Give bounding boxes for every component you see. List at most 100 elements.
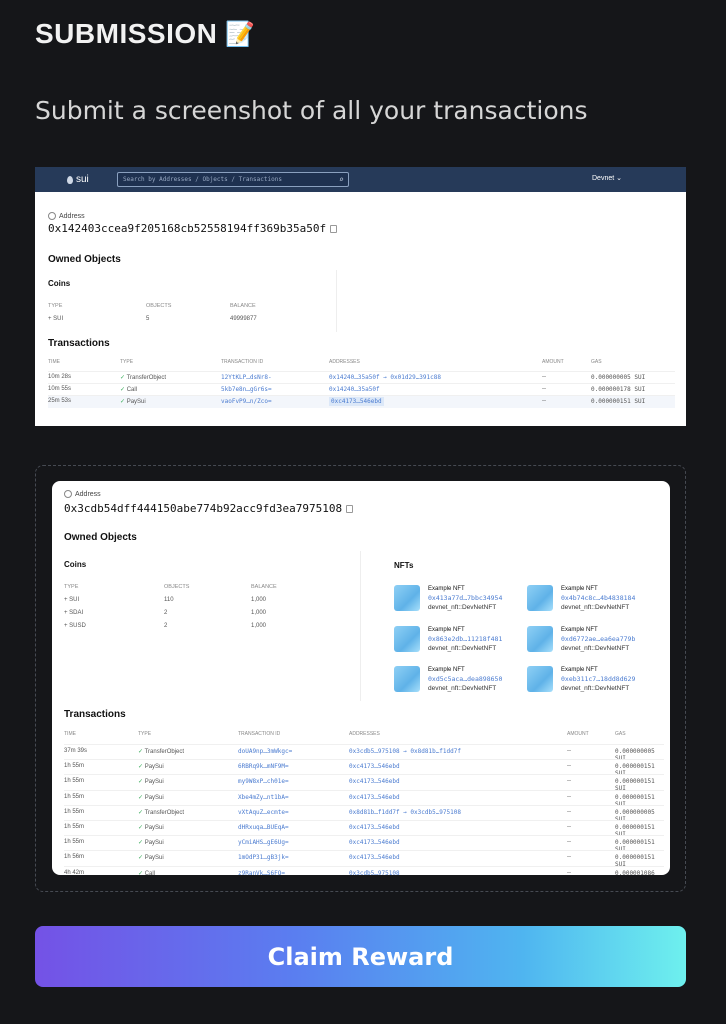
coin-row-objects: 110 — [164, 597, 174, 603]
nft-id: 0xeb311c7…18dd8d629 — [561, 675, 636, 683]
coin-row-type: + SDAI — [64, 610, 84, 616]
transactions-title: Transactions — [64, 709, 126, 720]
coins-header-balance: BALANCE — [251, 584, 277, 590]
tx-header-type: TYPE — [120, 359, 134, 365]
table-row: 37m 39s ✓ TransferObject doUA9np…3mWkgc= 0x… — [64, 744, 664, 762]
screenshot-1: sui Search by Addresses / Objects / Tran… — [35, 167, 686, 426]
claim-reward-button[interactable]: Claim Reward — [35, 926, 686, 987]
coins-title: Coins — [64, 560, 87, 569]
tx-addresses: 0xc4173…546ebd — [349, 763, 400, 771]
nft-card[interactable]: Example NFT 0x413a77d…7bbc34954 devnet_n… — [394, 585, 502, 612]
tx-time: 37m 39s — [64, 748, 88, 754]
nft-type: devnet_nft::DevNetNFT — [561, 685, 630, 692]
nft-type: devnet_nft::DevNetNFT — [561, 604, 630, 611]
nft-name: Example NFT — [561, 667, 598, 673]
tx-addresses: 0xc4173…546ebd — [349, 839, 400, 847]
tx-type: ✓ PaySui — [138, 764, 164, 771]
table-row: 10m 55s ✓ Call 5kb7e8n…gGr6s= 0x14240…35… — [48, 383, 675, 395]
nft-id: 0xd5c5aca…dea898650 — [428, 675, 503, 683]
nft-name: Example NFT — [561, 627, 598, 633]
tx-time: 25m 53s — [48, 398, 72, 404]
nft-info: Example NFT 0x863e2db…11218f481 devnet_n… — [428, 626, 502, 653]
success-check-icon: ✓ — [138, 794, 145, 801]
tx-amount: -- — [567, 869, 571, 876]
nft-card[interactable]: Example NFT 0x4b74c8c…4b4838184 devnet_n… — [527, 585, 635, 612]
nft-type: devnet_nft::DevNetNFT — [428, 645, 497, 652]
nft-image — [527, 666, 553, 692]
coins-header-balance: BALANCE — [230, 303, 256, 309]
nft-image — [527, 585, 553, 611]
tx-gas: 0.000001086 SUI — [615, 869, 655, 876]
tx-type: ✓ Call — [120, 387, 138, 393]
table-row: 1h 55m ✓ TransferObject vXtAquZ…ecmte= 0x8d… — [64, 804, 664, 823]
nft-card[interactable]: Example NFT 0xd6772ae…ea6ea779b devnet_n… — [527, 626, 635, 653]
tx-type: ✓ PaySui — [138, 779, 164, 786]
table-row: 1h 55m ✓ PaySui yCmiAHS…gE6Ug= 0xc4173…546e… — [64, 835, 664, 853]
tx-amount: -- — [542, 374, 546, 380]
tx-id: z9RanVk…S6FQ= — [238, 869, 285, 876]
address-value: 0x3cdb54dff444150abe774b92acc9fd3ea79751… — [64, 502, 354, 515]
nft-info: Example NFT 0x4b74c8c…4b4838184 devnet_n… — [561, 585, 635, 612]
coin-row-objects: 5 — [146, 316, 150, 322]
tx-gas: 0.000000005 SUI — [591, 374, 646, 381]
tx-header-time: TIME — [48, 359, 60, 365]
coins-title: Coins — [48, 279, 71, 288]
address-label: Address — [64, 490, 101, 498]
table-row: 4h 42m ✓ Call z9RanVk…S6FQ= 0x3cdb5…975108 -… — [64, 865, 664, 876]
tx-type: ✓ TransferObject — [120, 375, 167, 381]
success-check-icon: ✓ — [138, 809, 145, 816]
address-icon — [64, 490, 72, 498]
transactions-title: Transactions — [48, 338, 110, 349]
coin-row-balance: 1,000 — [251, 610, 267, 616]
sui-logo: sui — [67, 174, 89, 185]
nft-info: Example NFT 0x413a77d…7bbc34954 devnet_n… — [428, 585, 502, 612]
tx-amount: -- — [567, 823, 571, 830]
tx-addresses: 0x14240…35a50f → 0x01d29…391c88 — [329, 374, 441, 381]
coins-panel: Coins TYPE OBJECTS BALANCE + SUI 110 1,0… — [64, 551, 361, 701]
tx-addresses: 0xc4173…546ebd — [349, 823, 400, 831]
tx-time: 1h 55m — [64, 793, 85, 800]
tx-gas: 0.000000178 SUI — [591, 386, 646, 393]
nft-id: 0x863e2db…11218f481 — [428, 635, 503, 643]
heading-text: SUBMISSION — [35, 18, 218, 49]
tx-time: 1h 56m — [64, 854, 85, 861]
tx-id: 1mOdP31…gB3jk= — [238, 854, 289, 862]
tx-time: 1h 55m — [64, 808, 85, 815]
submission-heading: SUBMISSION 📝 — [35, 18, 256, 50]
search-icon: ⌕ — [339, 175, 344, 184]
nft-id: 0x4b74c8c…4b4838184 — [561, 594, 636, 602]
nft-card[interactable]: Example NFT 0xd5c5aca…dea898650 devnet_n… — [394, 666, 502, 693]
tx-addresses: 0x3cdb5…975108 — [349, 869, 400, 876]
address-label: Address — [48, 212, 85, 220]
memo-icon: 📝 — [225, 20, 256, 48]
tx-header-type: TYPE — [138, 731, 152, 737]
coins-header-objects: OBJECTS — [164, 584, 190, 590]
tx-header-gas: GAS — [615, 731, 626, 737]
table-row: 1h 55m ✓ PaySui my9W8xP…ch01e= 0xc4173…546e… — [64, 774, 664, 792]
tx-id: vXtAquZ…ecmte= — [238, 808, 289, 816]
tx-time: 10m 28s — [48, 374, 72, 380]
tx-amount: -- — [567, 748, 571, 754]
table-row: 1h 56m ✓ PaySui 1mOdP31…gB3jk= 0xc4173…546e… — [64, 850, 664, 868]
nft-card[interactable]: Example NFT 0x863e2db…11218f481 devnet_n… — [394, 626, 502, 653]
tx-amount: -- — [567, 778, 571, 785]
tx-header-id: TRANSACTION ID — [238, 731, 281, 737]
tx-amount: -- — [567, 839, 571, 846]
tx-type: ✓ PaySui — [138, 855, 164, 862]
nft-info: Example NFT 0xd6772ae…ea6ea779b devnet_n… — [561, 626, 635, 653]
tx-type: ✓ TransferObject — [138, 749, 185, 755]
coin-row-balance: 49999877 — [230, 316, 257, 322]
tx-amount: -- — [542, 386, 546, 392]
nft-name: Example NFT — [428, 667, 465, 673]
tx-amount: -- — [567, 854, 571, 861]
explorer-header: sui Search by Addresses / Objects / Tran… — [35, 167, 686, 192]
tx-id: dHRxuqa…BUEqA= — [238, 823, 289, 831]
tx-addresses: 0x14240…35a50f — [329, 386, 380, 393]
nft-card[interactable]: Example NFT 0xeb311c7…18dd8d629 devnet_n… — [527, 666, 635, 693]
owned-objects-title: Owned Objects — [64, 532, 137, 543]
address-text: 0x3cdb54dff444150abe774b92acc9fd3ea79751… — [64, 502, 343, 515]
address-label-text: Address — [75, 490, 101, 498]
nft-info: Example NFT 0xd5c5aca…dea898650 devnet_n… — [428, 666, 502, 693]
success-check-icon: ✓ — [138, 840, 145, 847]
tx-amount: -- — [567, 763, 571, 770]
